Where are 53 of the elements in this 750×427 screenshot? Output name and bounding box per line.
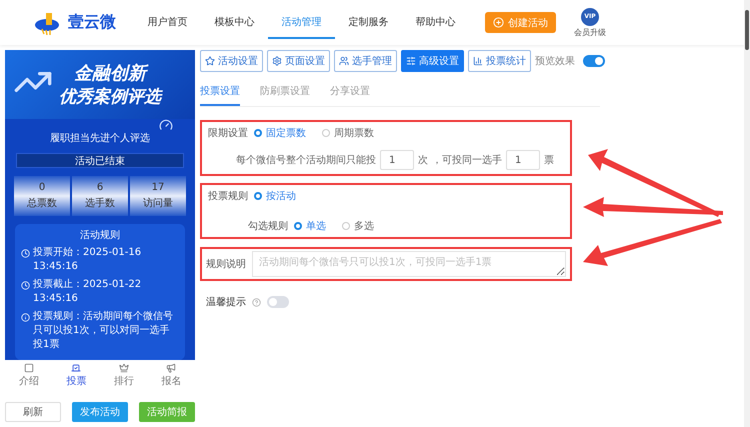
sub-tab[interactable]: 投票设置 [200, 84, 240, 106]
settings-tab[interactable]: 页面设置 [267, 50, 330, 72]
stat-label: 访问量 [143, 196, 173, 210]
radio-option[interactable]: 按活动 [254, 189, 296, 203]
rules-title: 活动规则 [79, 229, 121, 242]
field-label: 勾选规则 [248, 220, 288, 233]
bottom-tab[interactable]: 介绍 [18, 362, 39, 388]
stat-value: 17 [152, 182, 164, 193]
banner-title: 优秀案例评选 [59, 86, 161, 108]
settings-tab[interactable]: 投票统计 [468, 50, 531, 72]
banner-title: 金融创新 [74, 61, 146, 85]
stat-value: 0 [38, 182, 46, 193]
bottom-tab[interactable]: 报名 [161, 362, 182, 388]
times-input[interactable]: 1 [380, 150, 414, 170]
stat-label: 总票数 [27, 196, 57, 210]
rule-text: 投票截止：2025-01-22 13:45:16 [33, 278, 142, 306]
tip-label: 温馨提示 [206, 296, 246, 309]
sub-tab[interactable]: 分享设置 [330, 84, 370, 106]
unit-text: 票 [544, 154, 554, 167]
rule-description-field[interactable]: 活动期间每个微信号只可以投1次，可投同一选手1票 [252, 251, 566, 277]
settings-tab[interactable]: 高级设置 [401, 50, 464, 72]
radio-option[interactable]: 固定票数 [254, 126, 306, 140]
settings-tab[interactable]: 活动设置 [200, 50, 263, 72]
bottom-tab[interactable]: 排行 [114, 362, 134, 388]
field-label: 规则说明 [206, 258, 246, 271]
action-button[interactable]: 发布活动 [72, 402, 128, 422]
rule-text: 投票开始：2025-01-16 13:45:16 [33, 246, 142, 274]
member-upgrade-label[interactable]: 会员升级 [574, 26, 606, 38]
rule-text: 投票规则：活动期间每个微信号只可以投1次，可以对同一选手投1票 [33, 310, 174, 352]
field-label: 限期设置 [208, 126, 248, 140]
radio-option[interactable]: 周期票数 [322, 126, 374, 140]
stat-value: 6 [96, 182, 104, 193]
radio-option[interactable]: 多选 [342, 219, 374, 233]
nav-tab[interactable]: 用户首页 [134, 6, 201, 38]
radio-option[interactable]: 单选 [294, 219, 326, 233]
nav-tab[interactable]: 模板中心 [201, 6, 268, 38]
nav-tab[interactable]: 定制服务 [335, 6, 402, 38]
votes-input[interactable]: 1 [506, 150, 540, 170]
unit-text: 次 [418, 154, 428, 167]
settings-tab[interactable]: 选手管理 [334, 50, 397, 72]
stat-label: 选手数 [85, 196, 115, 210]
sub-tab[interactable]: 防刷票设置 [260, 84, 310, 106]
limit-text: ，可投同一选手 [432, 154, 502, 167]
activity-name: 履职担当先进个人评选 [50, 132, 150, 145]
activity-status: 活动已结束 [16, 153, 184, 168]
nav-tab[interactable]: 帮助中心 [402, 6, 469, 38]
preview-label: 预览效果 [535, 55, 575, 68]
bottom-tab[interactable]: 投票 [66, 362, 86, 388]
limit-text: 每个微信号整个活动期间只能投 [236, 154, 376, 167]
nav-tab[interactable]: 活动管理 [268, 6, 335, 38]
logo-text: 壹云微 [68, 12, 116, 33]
action-button[interactable]: 刷新 [5, 402, 61, 422]
field-label: 投票规则 [208, 190, 248, 203]
